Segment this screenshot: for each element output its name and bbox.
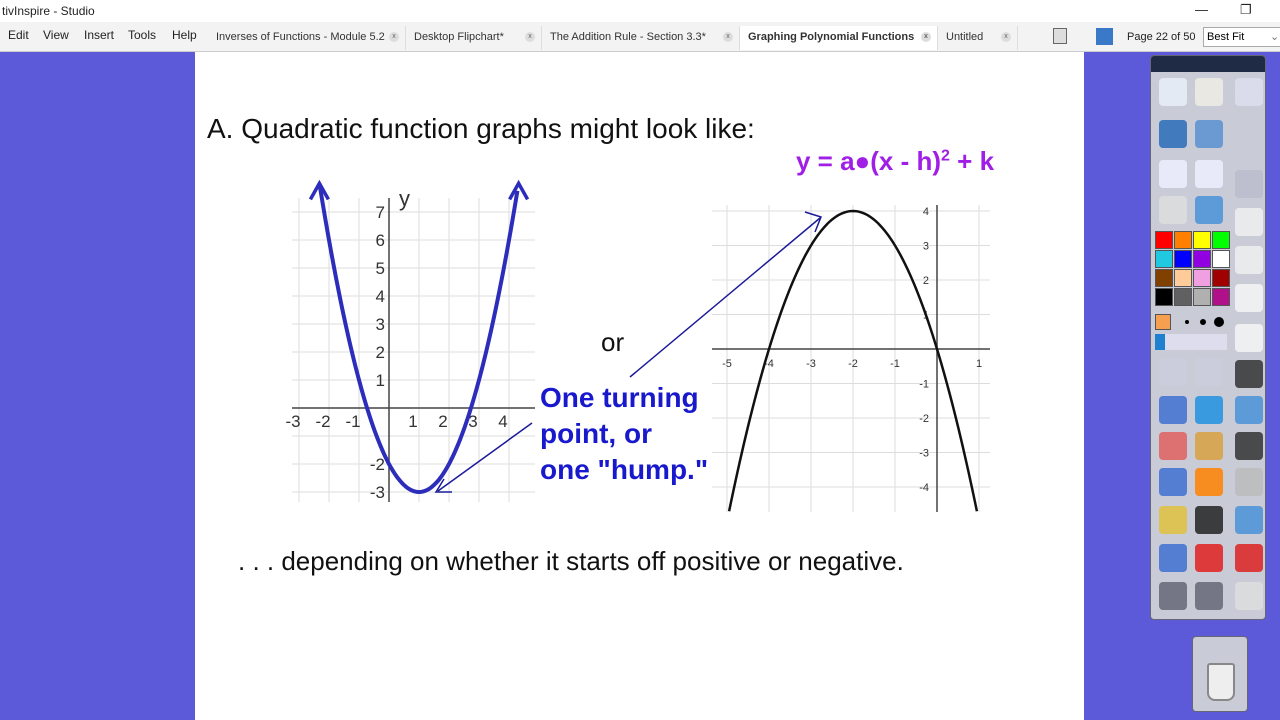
x-tick-label: -1: [345, 412, 360, 431]
x-tick-label: 1: [408, 412, 417, 431]
trash-icon: [1207, 663, 1235, 701]
tools-icon[interactable]: [1195, 358, 1223, 386]
page-icon[interactable]: [1235, 284, 1263, 312]
x-tick-label: 2: [438, 412, 447, 431]
eraser-icon[interactable]: [1159, 432, 1187, 460]
undo-icon[interactable]: [1159, 582, 1187, 610]
undo-history-icon[interactable]: [1235, 432, 1263, 460]
color-swatch[interactable]: [1212, 231, 1230, 249]
fill-icon[interactable]: [1195, 432, 1223, 460]
color-swatch[interactable]: [1155, 269, 1173, 287]
camera-icon[interactable]: [1235, 170, 1263, 198]
color-swatch[interactable]: [1174, 269, 1192, 287]
toolbox-header[interactable]: [1151, 56, 1265, 72]
pen-icon[interactable]: [1159, 396, 1187, 424]
y-tick-label: 2: [376, 343, 385, 362]
main-toolbox: [1150, 55, 1266, 620]
text-icon[interactable]: [1195, 506, 1223, 534]
color-swatch[interactable]: [1193, 288, 1211, 306]
x-tick-label: -2: [315, 412, 330, 431]
color-swatch[interactable]: [1193, 250, 1211, 268]
color-swatch[interactable]: [1193, 231, 1211, 249]
x-tick-label: -2: [848, 358, 858, 370]
x-tick-label: -1: [890, 358, 900, 370]
y-tick-label: 5: [376, 259, 385, 278]
color-swatch[interactable]: [1155, 288, 1173, 306]
reveal-icon[interactable]: [1159, 544, 1187, 572]
highlighter-icon[interactable]: [1195, 396, 1223, 424]
select-arrow-icon[interactable]: [1159, 358, 1187, 386]
reset-page-icon[interactable]: [1195, 544, 1223, 572]
y-tick-label: 3: [923, 240, 929, 252]
clipboard-icon[interactable]: [1235, 582, 1263, 610]
y-tick-label: 4: [376, 287, 385, 306]
color-swatch[interactable]: [1212, 288, 1230, 306]
y-tick-label: -1: [919, 378, 929, 390]
x-tick-label: 1: [976, 358, 982, 370]
help-icon[interactable]: [1195, 196, 1223, 224]
desktop-tools-icon[interactable]: [1195, 120, 1223, 148]
color-swatch[interactable]: [1193, 269, 1211, 287]
x-tick-label: -3: [285, 412, 300, 431]
y-tick-label: -2: [919, 413, 929, 425]
y-tick-label: 3: [376, 315, 385, 334]
color-swatch[interactable]: [1212, 250, 1230, 268]
trash-bin[interactable]: [1192, 636, 1248, 712]
y-tick-label: 1: [376, 371, 385, 390]
previous-page-icon[interactable]: [1159, 160, 1187, 188]
edit-profile-icon[interactable]: [1235, 246, 1263, 274]
y-tick-label: -3: [919, 447, 929, 459]
clip-icon[interactable]: [1159, 506, 1187, 534]
profile-icon[interactable]: [1195, 78, 1223, 106]
y-tick-label: 2: [923, 275, 929, 287]
designer-mode-icon[interactable]: [1235, 78, 1263, 106]
parabola-curve: [317, 183, 520, 494]
export-icon[interactable]: [1235, 396, 1263, 424]
save-icon[interactable]: [1235, 360, 1263, 388]
pen-width-slider[interactable]: [1155, 334, 1227, 350]
upward-parabola-graph: -3 -2 -1 1 2 3 47654321-2-3y: [285, 179, 535, 502]
y-axis-label: y: [399, 186, 410, 211]
color-swatch[interactable]: [1155, 231, 1173, 249]
downward-parabola-graph: -5 -4 -3 -2 -1 14321-1-2-3-4: [712, 205, 990, 512]
color-swatch[interactable]: [1212, 269, 1230, 287]
next-page-icon[interactable]: [1195, 160, 1223, 188]
color-swatch[interactable]: [1174, 288, 1192, 306]
redo-icon[interactable]: [1195, 582, 1223, 610]
color-swatch[interactable]: [1174, 250, 1192, 268]
y-tick-label: -2: [370, 455, 385, 474]
x-tick-label: 4: [498, 412, 507, 431]
toggle-switch-icon[interactable]: [1235, 208, 1263, 236]
x-tick-label: -3: [806, 358, 816, 370]
x-tick-label: -5: [722, 358, 732, 370]
pen-width-dot[interactable]: [1185, 320, 1189, 324]
y-tick-label: -3: [370, 483, 385, 502]
y-tick-label: 6: [376, 231, 385, 250]
y-tick-label: 7: [376, 203, 385, 222]
pen-width-dot[interactable]: [1200, 319, 1206, 325]
close-icon[interactable]: [1235, 544, 1263, 572]
y-tick-label: -4: [919, 482, 929, 494]
magic-ink-icon[interactable]: [1235, 468, 1263, 496]
callout-arrow: [629, 217, 821, 378]
pen-width-dot[interactable]: [1214, 317, 1224, 327]
pen-width-selected[interactable]: [1155, 314, 1171, 330]
color-swatch[interactable]: [1155, 250, 1173, 268]
graphs-layer: -3 -2 -1 1 2 3 47654321-2-3y -5 -4 -3 -2 -1 14321-1…: [285, 179, 990, 512]
desktop-annotate-icon[interactable]: [1159, 120, 1187, 148]
flipchart-menu-icon[interactable]: [1159, 78, 1187, 106]
shape-icon[interactable]: [1195, 468, 1223, 496]
play-icon[interactable]: [1159, 196, 1187, 224]
color-swatch[interactable]: [1174, 231, 1192, 249]
y-tick-label: 4: [923, 206, 929, 218]
insert-media-icon[interactable]: [1235, 506, 1263, 534]
duplicate-page-icon[interactable]: [1235, 324, 1263, 352]
connector-icon[interactable]: [1159, 468, 1187, 496]
